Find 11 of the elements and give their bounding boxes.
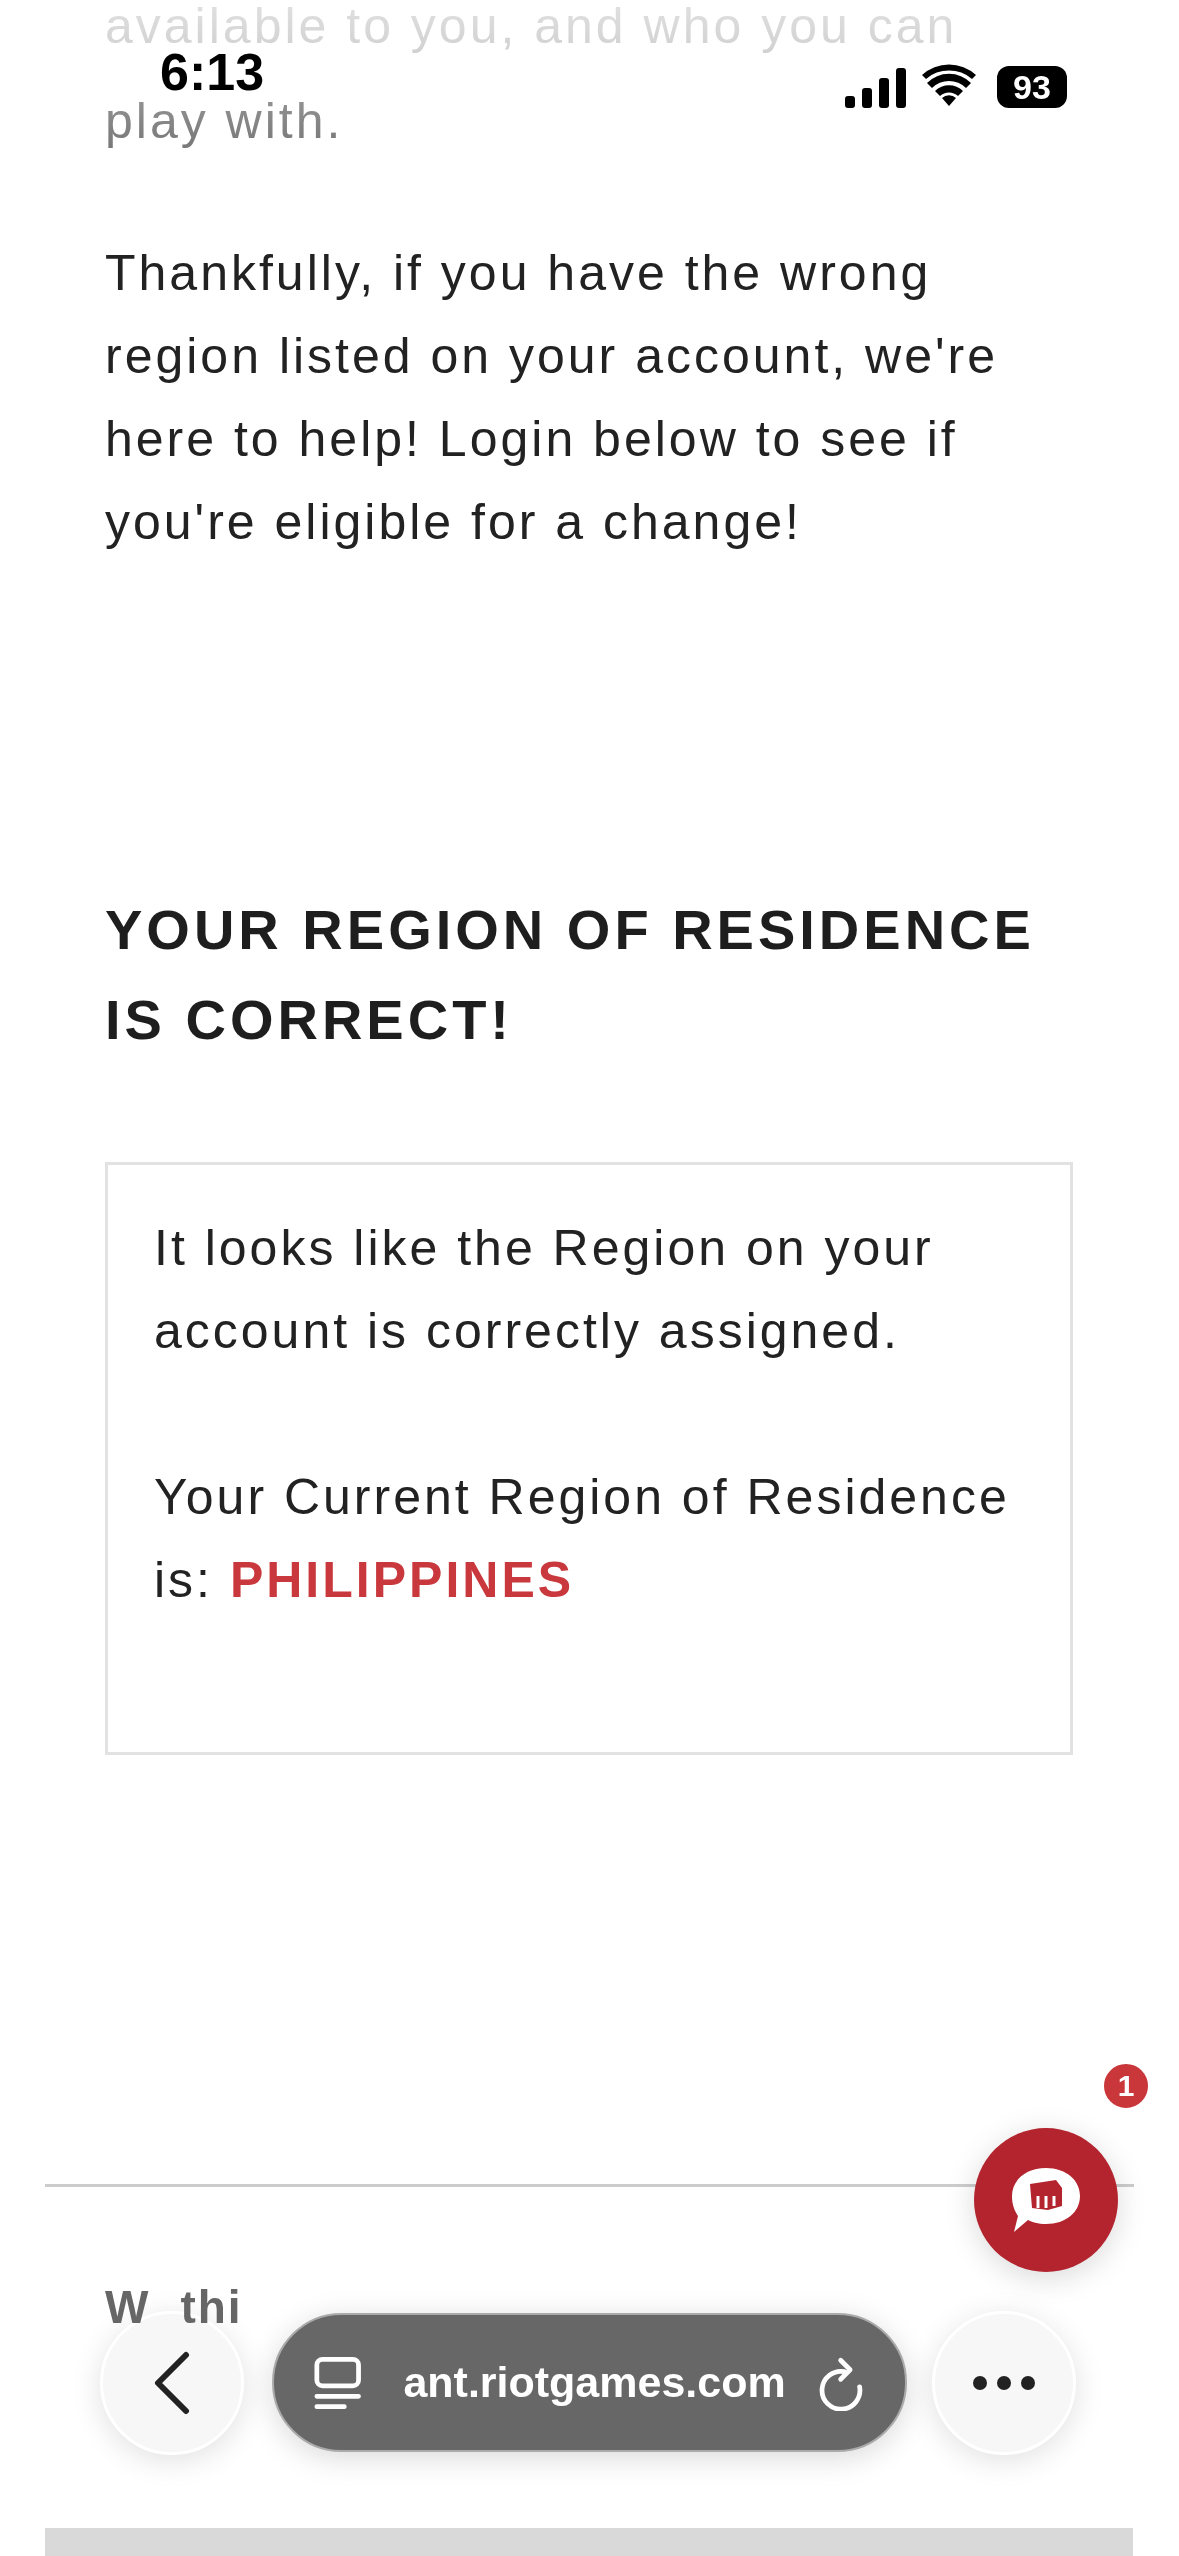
- battery-indicator: 93: [997, 66, 1067, 108]
- clock: 6:13: [160, 50, 265, 94]
- paragraph: Thankfully, if you have the wrong region listed on your account, we're here to help! Login below to see if you're eligible for a change!: [105, 244, 999, 552]
- url-text: ant.riotgames.com: [402, 2358, 786, 2407]
- feedback-heading: W: [105, 2280, 151, 2335]
- result-text: It looks like the Region on your account is correctly assigned.: [154, 1219, 935, 1361]
- address-bar[interactable]: ant.riotgames.com: [272, 2313, 907, 2452]
- result-heading: YOUR REGION OF RESIDENCE IS CORRECT!: [105, 897, 1036, 1053]
- text-line: play with.: [105, 96, 344, 146]
- result-text: Your Current Region of Residence is: PHILIPPINES: [154, 1468, 1011, 1610]
- feedback-heading: thi: [180, 2280, 243, 2335]
